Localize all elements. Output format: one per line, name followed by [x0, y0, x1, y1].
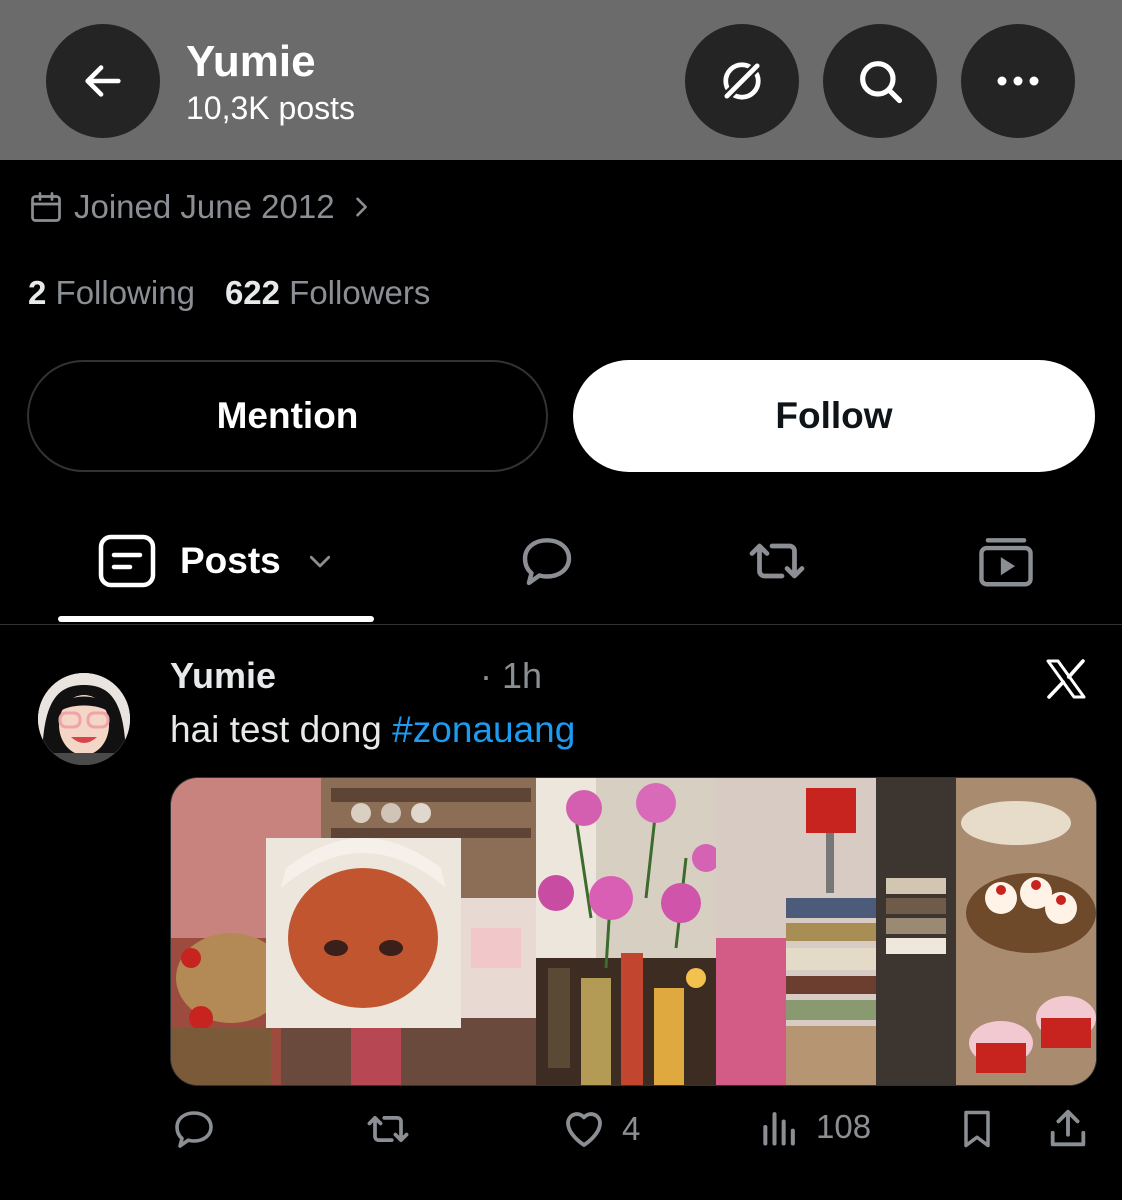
tab-posts-label: Posts	[180, 540, 281, 581]
views-button[interactable]: 108	[758, 1105, 871, 1149]
mention-button[interactable]: Mention	[27, 360, 548, 472]
following-label: Following	[55, 274, 195, 311]
reposts-icon	[749, 543, 805, 579]
share-button[interactable]	[1045, 1105, 1091, 1153]
x-logo-icon	[1046, 659, 1086, 699]
calendar-icon	[31, 192, 61, 222]
post-body: hai test dong	[170, 709, 393, 750]
bookmark-button[interactable]	[955, 1105, 999, 1153]
profile-header: Yumie 10,3K posts	[0, 0, 1122, 160]
heart-icon	[566, 1112, 602, 1147]
more-button[interactable]	[961, 24, 1075, 138]
post-timestamp[interactable]: · 1h	[480, 655, 542, 697]
post-count: 10,3K posts	[186, 90, 355, 126]
repost-icon	[367, 1116, 409, 1142]
grok-button[interactable]	[685, 24, 799, 138]
follow-counts: 2 Following 622 Followers	[28, 274, 430, 312]
joined-label: Joined June 2012	[74, 188, 335, 225]
reply-button[interactable]	[170, 1105, 218, 1153]
post[interactable]: Yumie · 1h hai test dong #zonauang 4 108	[0, 625, 1122, 1200]
tab-posts[interactable]: Posts	[98, 534, 335, 588]
arrow-left-icon	[85, 65, 121, 97]
joined-date-link[interactable]: Joined June 2012	[28, 188, 375, 226]
media-icon	[979, 538, 1033, 587]
media-image-room-figurine[interactable]	[171, 778, 536, 1085]
like-count: 4	[622, 1110, 641, 1147]
search-button[interactable]	[823, 24, 937, 138]
post-actions: 4 108	[170, 1105, 1095, 1161]
tab-replies[interactable]	[516, 530, 578, 597]
avatar-image	[38, 673, 130, 765]
follow-button[interactable]: Follow	[573, 360, 1095, 472]
search-icon	[860, 61, 903, 104]
replies-icon	[522, 538, 572, 586]
repost-button[interactable]	[362, 1105, 414, 1153]
reply-icon	[175, 1111, 213, 1148]
active-tab-indicator	[58, 616, 374, 622]
followers-link[interactable]: 622 Followers	[225, 274, 430, 312]
bookmark-icon	[964, 1110, 990, 1148]
tab-reposts[interactable]	[742, 530, 812, 597]
post-text: hai test dong #zonauang	[170, 709, 575, 751]
profile-title: Yumie	[186, 37, 316, 86]
following-count: 2	[28, 274, 47, 311]
chevron-right-icon	[355, 197, 367, 217]
views-icon	[763, 1112, 795, 1146]
share-icon	[1050, 1109, 1086, 1147]
post-media[interactable]	[170, 777, 1097, 1086]
post-author[interactable]: Yumie	[170, 655, 276, 697]
following-link[interactable]: 2 Following	[28, 274, 195, 312]
profile-tabs: Posts	[0, 520, 1122, 625]
tab-media[interactable]	[975, 530, 1037, 597]
chevron-down-icon	[309, 555, 330, 568]
media-image-books-cupcakes[interactable]	[716, 778, 1096, 1085]
followers-count: 622	[224, 274, 280, 311]
more-icon	[997, 76, 1039, 86]
media-image-roses[interactable]	[536, 778, 720, 1085]
followers-label: Followers	[289, 274, 431, 311]
posts-icon	[98, 534, 156, 588]
grok-icon	[721, 60, 763, 102]
avatar[interactable]	[38, 673, 130, 765]
view-count: 108	[816, 1108, 872, 1145]
like-button[interactable]: 4	[560, 1105, 640, 1153]
hashtag-link[interactable]: #zonauang	[392, 709, 575, 750]
back-button[interactable]	[46, 24, 160, 138]
